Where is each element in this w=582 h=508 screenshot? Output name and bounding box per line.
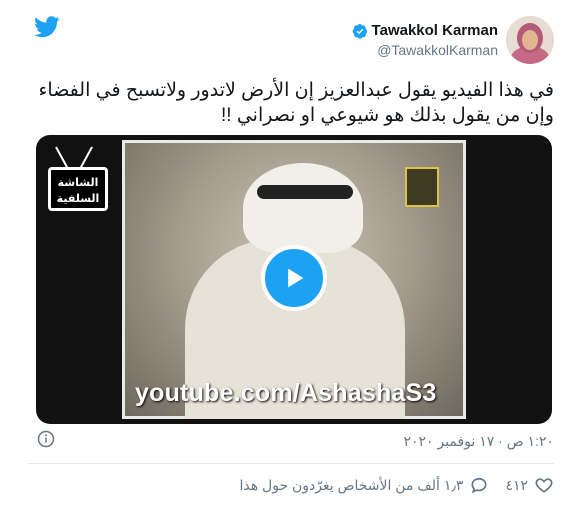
tweet-text-line-2: وإن من يقول بذلك هو شيوعي او نصراني !!	[220, 105, 554, 126]
tweet-timestamp[interactable]: ١:٢٠ ص · ١٧ نوفمبر ٢٠٢٠	[404, 433, 555, 450]
action-bar: ٤١٢ ١٫٣ ألف من الأشخاص يغرّدون حول هذا	[240, 475, 554, 495]
twitter-bird-icon[interactable]	[34, 16, 60, 38]
reply-summary: ١٫٣ ألف من الأشخاص يغرّدون حول هذا	[239, 476, 464, 493]
tv-logo: الشاشة السلفية	[44, 143, 114, 217]
play-button[interactable]	[261, 245, 327, 311]
heart-icon	[535, 478, 553, 493]
speech-bubble-icon	[471, 477, 487, 494]
tv-label-line-2: السلفية	[56, 193, 100, 205]
avatar[interactable]	[506, 16, 554, 64]
avatar-portrait-icon	[506, 16, 554, 64]
video-player[interactable]: الشاشة السلفية youtube.com/AshashaS3	[36, 135, 552, 424]
video-watermark: youtube.com/AshashaS3	[135, 379, 437, 407]
channel-logo-icon	[405, 167, 439, 207]
verified-badge-icon	[352, 23, 367, 39]
video-figure-agal	[257, 185, 353, 199]
author-name[interactable]: Tawakkol Karman	[372, 22, 498, 39]
author-block[interactable]: Tawakkol Karman @TawakkolKarman	[352, 22, 498, 58]
author-handle[interactable]: @TawakkolKarman	[352, 42, 498, 58]
divider	[28, 463, 554, 464]
info-icon[interactable]	[37, 430, 55, 448]
tweet-text-line-1: في هذا الفيديو يقول عبدالعزيز إن الأرض ل…	[38, 80, 554, 101]
play-icon	[288, 268, 304, 288]
author-name-row: Tawakkol Karman	[352, 22, 498, 39]
tweet-card: Tawakkol Karman @TawakkolKarman في هذا ا…	[0, 0, 582, 508]
video-figure-head	[243, 163, 363, 253]
like-action[interactable]: ٤١٢	[505, 475, 554, 495]
tv-label-line-1: الشاشة	[57, 177, 99, 189]
tweet-text: في هذا الفيديو يقول عبدالعزيز إن الأرض ل…	[34, 78, 554, 128]
like-count: ٤١٢	[505, 476, 528, 493]
tv-label: الشاشة السلفية	[48, 167, 108, 211]
reply-action[interactable]: ١٫٣ ألف من الأشخاص يغرّدون حول هذا	[240, 475, 490, 495]
